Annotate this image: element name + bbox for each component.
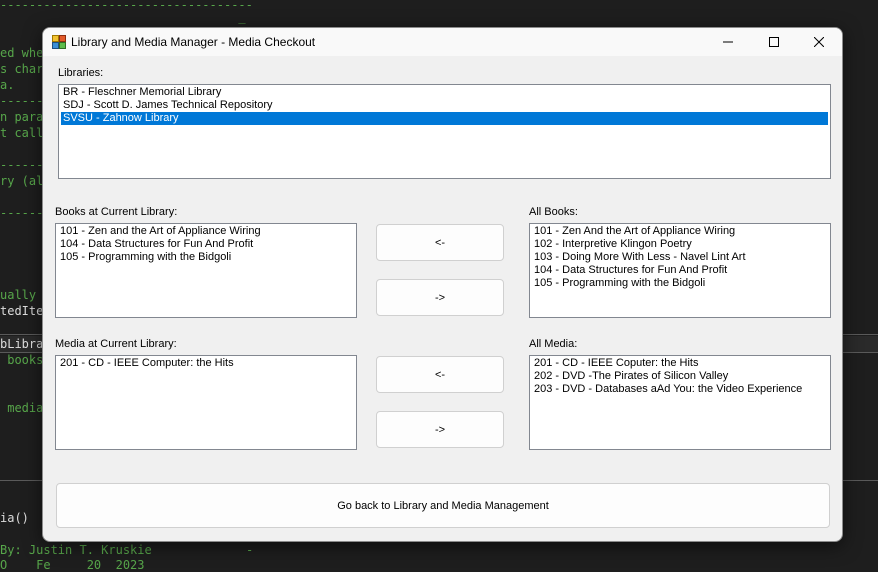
list-item[interactable]: SDJ - Scott D. James Technical Repositor… <box>61 99 828 112</box>
code-line: s char <box>0 62 44 76</box>
window-title: Library and Media Manager - Media Checko… <box>71 35 316 49</box>
maximize-icon <box>769 37 779 47</box>
libraries-listbox[interactable]: BR - Fleschner Memorial Library SDJ - Sc… <box>58 84 831 179</box>
all-media-label: All Media: <box>529 338 578 350</box>
maximize-button[interactable] <box>751 28 797 56</box>
code-line: ually <box>0 288 37 302</box>
code-line: ia() <box>0 511 29 525</box>
code-line: ------ <box>0 158 44 172</box>
list-item[interactable]: 203 - DVD - Databases aAd You: the Video… <box>532 383 828 396</box>
libraries-label: Libraries: <box>58 67 104 79</box>
minimize-icon <box>723 41 733 43</box>
title-bar[interactable]: Library and Media Manager - Media Checko… <box>43 28 842 56</box>
code-line: - <box>246 543 254 557</box>
list-item[interactable]: BR - Fleschner Memorial Library <box>61 86 828 99</box>
list-item[interactable]: 101 - Zen and the Art of Appliance Wirin… <box>58 225 354 238</box>
list-item[interactable]: 101 - Zen And the Art of Appliance Wirin… <box>532 225 828 238</box>
return-media-button[interactable]: -> <box>376 411 504 448</box>
list-item[interactable]: 201 - CD - IEEE Computer: the Hits <box>58 357 354 370</box>
code-line: bLibra <box>0 337 44 351</box>
media-current-label: Media at Current Library: <box>55 338 177 350</box>
list-item[interactable]: 105 - Programming with the Bidgoli <box>58 251 354 264</box>
code-line: ------ <box>0 206 44 220</box>
list-item[interactable]: 104 - Data Structures for Fun And Profit <box>58 238 354 251</box>
list-item-selected[interactable]: SVSU - Zahnow Library <box>61 112 828 125</box>
all-books-listbox[interactable]: 101 - Zen And the Art of Appliance Wirin… <box>529 223 831 318</box>
code-line: ------ <box>0 94 44 108</box>
code-line: t call <box>0 126 44 140</box>
close-button[interactable] <box>796 28 842 56</box>
books-current-listbox[interactable]: 101 - Zen and the Art of Appliance Wirin… <box>55 223 357 318</box>
code-line: ed whe <box>0 46 44 60</box>
code-line: O Fe 20 2023 <box>0 558 145 572</box>
code-line: books <box>0 353 44 367</box>
all-books-label: All Books: <box>529 206 578 218</box>
checkout-book-button[interactable]: <- <box>376 224 504 261</box>
code-line: tedIte <box>0 304 44 318</box>
list-item[interactable]: 105 - Programming with the Bidgoli <box>532 277 828 290</box>
code-line: ry (al <box>0 174 44 188</box>
list-item[interactable]: 103 - Doing More With Less - Navel Lint … <box>532 251 828 264</box>
code-line: _ <box>0 10 246 24</box>
list-item[interactable]: 102 - Interpretive Klingon Poetry <box>532 238 828 251</box>
close-icon <box>814 37 824 47</box>
code-line: n para <box>0 110 44 124</box>
return-book-button[interactable]: -> <box>376 279 504 316</box>
list-item[interactable]: 104 - Data Structures for Fun And Profit <box>532 264 828 277</box>
code-line: media <box>0 401 44 415</box>
code-line: By: Justin T. Kruskie <box>0 543 152 557</box>
media-current-listbox[interactable]: 201 - CD - IEEE Computer: the Hits <box>55 355 357 450</box>
minimize-button[interactable] <box>705 28 751 56</box>
books-current-label: Books at Current Library: <box>55 206 178 218</box>
all-media-listbox[interactable]: 201 - CD - IEEE Coputer: the Hits 202 - … <box>529 355 831 450</box>
list-item[interactable]: 202 - DVD -The Pirates of Silicon Valley <box>532 370 828 383</box>
list-item[interactable]: 201 - CD - IEEE Coputer: the Hits <box>532 357 828 370</box>
checkout-media-button[interactable]: <- <box>376 356 504 393</box>
go-back-button[interactable]: Go back to Library and Media Management <box>56 483 830 528</box>
code-line: a. <box>0 78 15 92</box>
app-icon <box>52 35 66 49</box>
media-checkout-window: Library and Media Manager - Media Checko… <box>42 27 843 542</box>
